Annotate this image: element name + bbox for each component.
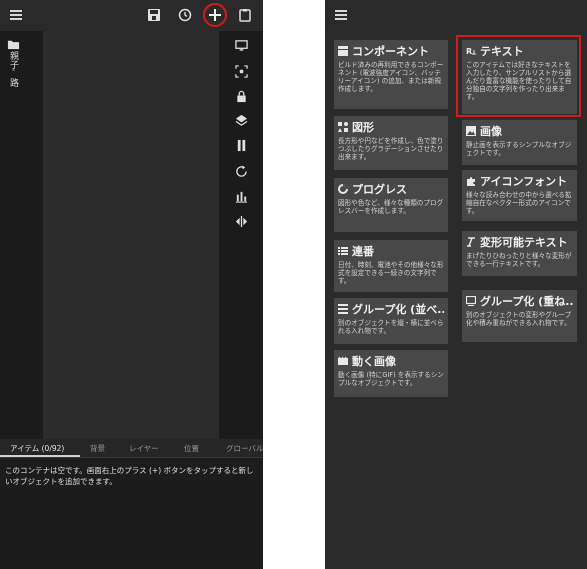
card-icon-font[interactable]: アイコンフォント 様々な読み合わせの中から選べる拡縮自在なベクター形式のアイコン… <box>462 170 577 221</box>
gif-icon <box>338 356 348 365</box>
shapes-icon <box>338 122 348 132</box>
path-label: 親子ﾞ路 <box>8 51 18 87</box>
tab-layers[interactable]: レイヤー <box>129 443 159 454</box>
left-side-panel: 親子ﾞ路 <box>0 31 43 439</box>
card-description: 日付、時刻、電池やその他様々な形式を設定できる一続きの文字列です。 <box>338 261 444 285</box>
left-toolbar <box>0 0 263 31</box>
active-tab-indicator <box>0 455 80 457</box>
card-title: グループ化 (並べ... <box>352 303 444 316</box>
progress-icon <box>338 184 348 194</box>
card-shapes[interactable]: 図形 長方形や円などを作成し、色で塗りつぶしたりグラデーションさせたり出来ます。 <box>334 116 448 170</box>
card-description: 長方形や円などを作成し、色で塗りつぶしたりグラデーションさせたり出来ます。 <box>338 137 444 161</box>
target-icon[interactable] <box>233 63 249 79</box>
left-screen: 親子ﾞ路 アイテム (0/92) 背景 レイヤー 位置 グローバル このコンテナ… <box>0 0 263 569</box>
card-progress[interactable]: プログレス 図形や色など、様々な種類のプログレスバーを作成します。 <box>334 178 448 232</box>
card-transform-text[interactable]: 変形可能テキスト まげたりひねったりと様々な変形ができる一行テキストです。 <box>462 231 577 276</box>
card-description: 様々な読み合わせの中から選べる拡縮自在なベクター形式のアイコンです。 <box>466 191 572 215</box>
right-toolbar <box>325 0 587 31</box>
monitor-icon[interactable] <box>233 37 249 53</box>
card-title: 連番 <box>352 245 374 258</box>
card-image[interactable]: 画像 静止画を表示するシンプルなオブジェクトです。 <box>462 120 577 165</box>
split-icon[interactable] <box>233 213 249 229</box>
clipboard-icon[interactable] <box>236 6 254 24</box>
card-title: 画像 <box>480 125 502 138</box>
card-animated-image[interactable]: 動く画像 動く画像 (特にGIF) を表示するシンプルなオブジェクトです。 <box>334 350 448 397</box>
card-title: 図形 <box>352 121 374 134</box>
card-description: 動く画像 (特にGIF) を表示するシンプルなオブジェクトです。 <box>338 371 444 387</box>
card-title: 動く画像 <box>352 355 396 368</box>
empty-container-message: このコンテナは空です。画面右上のプラス (+) ボタンをタップすると新しいオブジ… <box>5 466 254 486</box>
component-icon <box>338 46 348 56</box>
card-description: 図形や色など、様々な種類のプログレスバーを作成します。 <box>338 199 444 215</box>
lock-icon[interactable] <box>233 88 249 104</box>
card-group-overlap[interactable]: グループ化 (重ね... 別のオブジェクトの変形やグループ化や積み重ねができる入… <box>462 290 577 342</box>
transform-text-icon <box>467 237 475 247</box>
text-card-highlight <box>456 35 581 117</box>
save-icon[interactable] <box>145 6 163 24</box>
bar-chart-icon[interactable] <box>233 188 249 204</box>
card-title: グループ化 (重ね... <box>480 295 573 308</box>
right-tool-strip <box>219 31 263 439</box>
history-icon[interactable] <box>176 6 194 24</box>
tab-global[interactable]: グローバル <box>226 443 263 454</box>
card-group-row[interactable]: グループ化 (並べ... 別のオブジェクトを縦・横に並べられる入れ物です。 <box>334 298 448 344</box>
card-title: コンポーネント <box>352 45 429 58</box>
puzzle-icon <box>467 177 475 186</box>
hamburger-icon[interactable] <box>10 10 22 20</box>
card-title: アイコンフォント <box>480 175 568 188</box>
right-screen: コンポーネント ビルド済みの再利用できるコンポーネント (電波強度アイコン、バッ… <box>325 0 587 569</box>
image-icon <box>466 126 476 136</box>
hamburger-icon[interactable] <box>335 10 347 20</box>
bottom-tab-bar: アイテム (0/92) 背景 レイヤー 位置 グローバル <box>0 439 263 458</box>
pause-icon[interactable] <box>233 137 249 153</box>
card-sequence[interactable]: 連番 日付、時刻、電池やその他様々な形式を設定できる一続きの文字列です。 <box>334 240 448 292</box>
tab-items[interactable]: アイテム (0/92) <box>10 443 64 454</box>
card-description: 別のオブジェクトの変形やグループ化や積み重ねができる入れ物です。 <box>466 311 572 327</box>
card-component[interactable]: コンポーネント ビルド済みの再利用できるコンポーネント (電波強度アイコン、バッ… <box>334 40 448 109</box>
rotate-icon[interactable] <box>233 163 249 179</box>
card-description: ビルド済みの再利用できるコンポーネント (電波強度アイコン、バッテリーアイコン)… <box>338 61 444 93</box>
tab-background[interactable]: 背景 <box>90 443 105 454</box>
list-icon <box>338 247 348 255</box>
overlap-icon <box>466 296 476 306</box>
folder-icon[interactable] <box>5 36 21 52</box>
card-title: 変形可能テキスト <box>480 236 568 249</box>
card-description: 別のオブジェクトを縦・横に並べられる入れ物です。 <box>338 319 444 335</box>
add-button-highlight <box>203 3 227 27</box>
stack-icon <box>338 304 348 314</box>
card-description: まげたりひねったりと様々な変形ができる一行テキストです。 <box>466 252 572 268</box>
canvas-area[interactable] <box>43 31 219 439</box>
tab-position[interactable]: 位置 <box>184 443 199 454</box>
layers-icon[interactable] <box>233 112 249 128</box>
card-description: 静止画を表示するシンプルなオブジェクトです。 <box>466 141 572 157</box>
card-title: プログレス <box>352 183 407 196</box>
